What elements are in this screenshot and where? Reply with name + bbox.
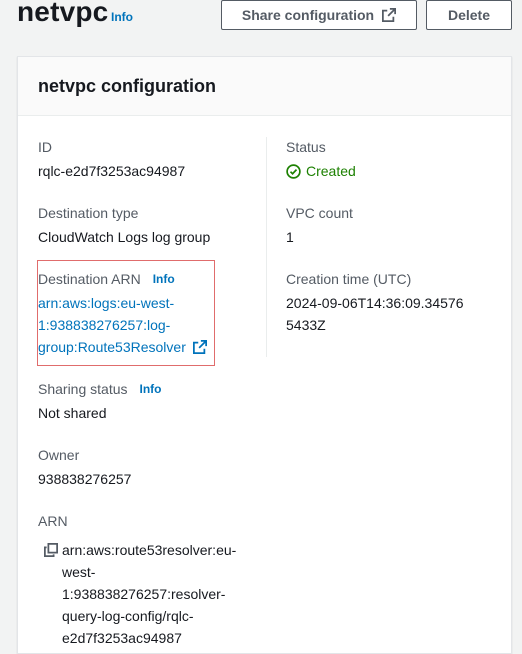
- vpc-count-field: VPC count 1: [286, 203, 353, 248]
- copy-icon[interactable]: [44, 543, 58, 557]
- arn-label: ARN: [38, 513, 68, 529]
- status-value: Created: [306, 163, 356, 179]
- id-field: ID rqlc-e2d7f3253ac94987: [38, 137, 185, 182]
- sharing-status-label: Sharing status: [38, 381, 128, 397]
- status-value-row: Created: [286, 160, 356, 182]
- vpc-count-value: 1: [286, 229, 294, 245]
- panel-header: netvpc configuration: [18, 57, 511, 116]
- page-title: netvpc: [17, 0, 109, 27]
- id-label: ID: [38, 139, 52, 155]
- delete-button[interactable]: Delete: [426, 0, 512, 30]
- destination-arn-label-row: Destination ARN Info: [38, 269, 213, 289]
- destination-arn-value: arn:aws:logs:eu-west-1:938838276257:log-…: [38, 295, 186, 355]
- destination-type-label: Destination type: [38, 205, 139, 221]
- check-circle-icon: [286, 163, 301, 179]
- arn-row: arn:aws:route53resolver:eu-west-1:938838…: [38, 539, 242, 649]
- sharing-status-label-row: Sharing status Info: [38, 379, 162, 399]
- external-link-icon: [192, 340, 207, 354]
- share-button-label: Share configuration: [241, 7, 375, 23]
- creation-time-field: Creation time (UTC) 2024-09-06T14:36:09.…: [286, 269, 466, 336]
- sharing-status-field: Sharing status Info Not shared: [38, 379, 162, 424]
- destination-type-field: Destination type CloudWatch Logs log gro…: [38, 203, 210, 248]
- status-label: Status: [286, 139, 326, 155]
- vpc-count-label: VPC count: [286, 205, 353, 221]
- column-divider: [266, 137, 267, 357]
- destination-type-value: CloudWatch Logs log group: [38, 229, 211, 245]
- title-info-link[interactable]: Info: [111, 10, 133, 24]
- destination-arn-label: Destination ARN: [38, 271, 141, 287]
- destination-arn-link[interactable]: arn:aws:logs:eu-west-1:938838276257:log-…: [38, 292, 213, 358]
- destination-arn-info-link[interactable]: Info: [153, 269, 175, 289]
- panel-title: netvpc configuration: [38, 76, 217, 96]
- creation-time-value: 2024-09-06T14:36:09.345765433Z: [286, 295, 464, 333]
- external-link-icon: [382, 8, 397, 22]
- arn-value: arn:aws:route53resolver:eu-west-1:938838…: [62, 542, 237, 646]
- status-field: Status Created: [286, 137, 356, 182]
- sharing-status-value: Not shared: [38, 405, 107, 421]
- sharing-status-info-link[interactable]: Info: [140, 379, 162, 399]
- share-configuration-button[interactable]: Share configuration: [221, 0, 417, 30]
- destination-arn-field: Destination ARN Info arn:aws:logs:eu-wes…: [38, 269, 213, 358]
- id-value: rqlc-e2d7f3253ac94987: [38, 163, 186, 179]
- arn-field: ARN arn:aws:route53resolver:eu-west-1:93…: [38, 511, 242, 649]
- delete-button-label: Delete: [447, 7, 491, 23]
- creation-time-label: Creation time (UTC): [286, 271, 412, 287]
- owner-field: Owner 938838276257: [38, 445, 131, 490]
- owner-label: Owner: [38, 447, 80, 463]
- owner-value: 938838276257: [38, 471, 132, 487]
- configuration-panel: netvpc configuration ID rqlc-e2d7f3253ac…: [17, 56, 512, 654]
